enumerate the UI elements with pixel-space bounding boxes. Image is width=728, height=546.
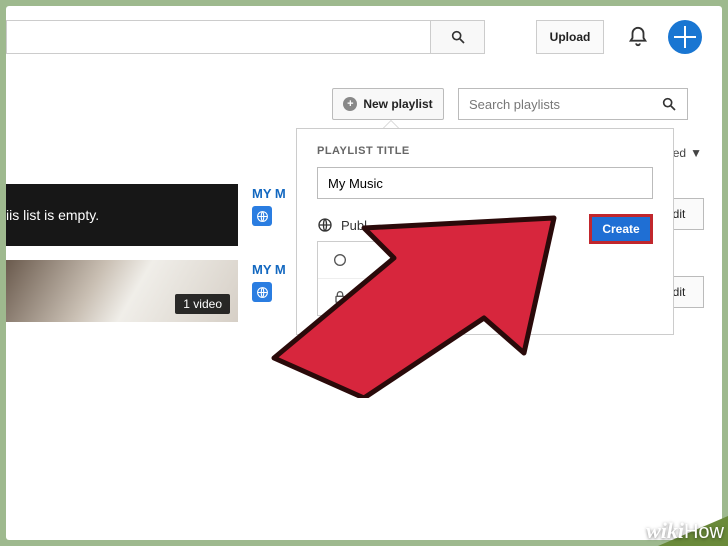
privacy-selected-label: Publ xyxy=(341,218,367,233)
search-input[interactable] xyxy=(6,20,431,54)
topbar: Upload xyxy=(6,20,710,60)
playlist-thumbnail[interactable]: 1 video xyxy=(6,260,238,322)
thumbnail-text: iis list is empty. xyxy=(6,207,99,223)
privacy-option-private[interactable]: Private xyxy=(318,278,516,315)
wikihow-watermark: wikiHow xyxy=(646,518,724,544)
playlist-title[interactable]: MY M xyxy=(252,186,286,201)
lock-icon xyxy=(332,289,348,305)
privacy-dropdown-options: Private xyxy=(317,241,517,316)
avatar-icon xyxy=(674,26,696,48)
search-playlists-input[interactable]: Search playlists xyxy=(458,88,688,120)
playlist-title[interactable]: MY M xyxy=(252,262,286,277)
avatar[interactable] xyxy=(668,20,702,54)
notifications-button[interactable] xyxy=(624,23,652,51)
search-button[interactable] xyxy=(431,20,485,54)
plus-circle-icon: + xyxy=(343,97,357,111)
app-canvas: Upload + New playlist Search playlists a… xyxy=(6,6,722,540)
globe-icon xyxy=(317,217,333,233)
globe-icon xyxy=(256,286,269,299)
search-icon xyxy=(661,96,677,112)
search-icon xyxy=(450,29,466,45)
playlist-title-input[interactable] xyxy=(317,167,653,199)
playlist-title-label: PLAYLIST TITLE xyxy=(317,145,653,157)
new-playlist-label: New playlist xyxy=(363,97,432,111)
bell-icon xyxy=(627,26,649,48)
chevron-down-icon: ▼ xyxy=(690,146,702,160)
privacy-public-badge xyxy=(252,282,272,302)
privacy-public-badge xyxy=(252,206,272,226)
playlist-thumbnail[interactable]: iis list is empty. xyxy=(6,184,238,246)
globe-icon xyxy=(256,210,269,223)
privacy-option-label: Private xyxy=(360,290,400,305)
new-playlist-button[interactable]: + New playlist xyxy=(332,88,444,120)
video-count-badge: 1 video xyxy=(175,294,230,314)
link-icon xyxy=(332,252,348,268)
create-button[interactable]: Create xyxy=(589,214,653,244)
new-playlist-popover: PLAYLIST TITLE Publ Private Create xyxy=(296,128,674,335)
upload-button[interactable]: Upload xyxy=(536,20,604,54)
search-playlists-placeholder: Search playlists xyxy=(469,97,560,112)
privacy-option-unlisted[interactable] xyxy=(318,242,516,278)
